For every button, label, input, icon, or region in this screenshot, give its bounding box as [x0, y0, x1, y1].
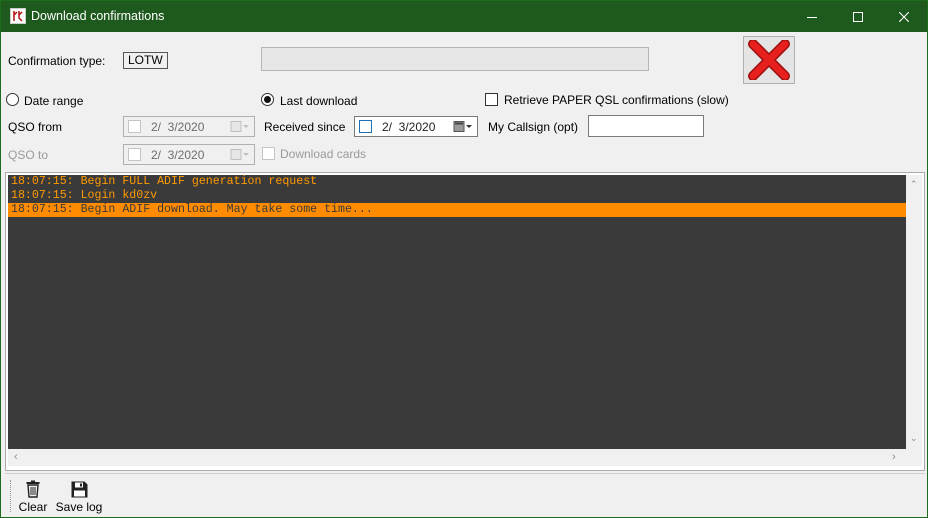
- last-download-label[interactable]: Last download: [280, 94, 357, 108]
- maximize-button[interactable]: [835, 1, 881, 32]
- log-line[interactable]: 18:07:15: Begin FULL ADIF generation req…: [8, 175, 906, 189]
- received-since-value: 2/ 3/2020: [382, 120, 436, 134]
- qso-to-label: QSO to: [8, 148, 49, 162]
- qso-to-checkbox[interactable]: [128, 148, 141, 161]
- calendar-dropdown-icon[interactable]: [453, 120, 473, 133]
- download-cards-checkbox[interactable]: [262, 147, 275, 160]
- my-callsign-label: My Callsign (opt): [488, 120, 579, 134]
- title-bar[interactable]: Download confirmations: [1, 1, 927, 32]
- received-since-label: Received since: [264, 120, 346, 134]
- confirmation-type-label: Confirmation type:: [8, 54, 106, 68]
- qso-from-label: QSO from: [8, 120, 63, 134]
- confirmation-type-value: LOTW: [123, 52, 168, 69]
- cancel-button[interactable]: [743, 36, 795, 84]
- qso-to-date-picker[interactable]: 2/ 3/2020: [123, 144, 255, 165]
- close-button[interactable]: [881, 1, 927, 32]
- download-cards-label: Download cards: [280, 147, 367, 161]
- toolbar-grip[interactable]: [10, 480, 12, 512]
- log-line[interactable]: 18:07:15: Login kd0zv: [8, 189, 906, 203]
- qso-from-value: 2/ 3/2020: [151, 120, 205, 134]
- download-confirmations-window: Download confirmations Confirmation type…: [0, 0, 928, 518]
- qso-from-checkbox[interactable]: [128, 120, 141, 133]
- red-x-icon: [748, 40, 790, 80]
- received-since-date-picker[interactable]: 2/ 3/2020: [354, 116, 478, 137]
- retrieve-paper-checkbox[interactable]: [485, 93, 498, 106]
- scroll-down-icon[interactable]: ⌄: [910, 433, 918, 443]
- clear-button[interactable]: Clear: [17, 476, 49, 516]
- floppy-disk-icon: [71, 481, 87, 498]
- horizontal-scrollbar[interactable]: ‹ ›: [8, 449, 906, 466]
- minimize-button[interactable]: [789, 1, 835, 32]
- bottom-toolbar: Clear Save log: [5, 473, 925, 517]
- my-callsign-input[interactable]: [588, 115, 704, 137]
- confirmation-status-field: [261, 47, 649, 71]
- window-title: Download confirmations: [31, 9, 165, 23]
- calendar-dropdown-icon[interactable]: [230, 148, 250, 161]
- scroll-right-icon[interactable]: ›: [892, 452, 896, 463]
- date-range-radio[interactable]: [6, 93, 19, 106]
- scroll-left-icon[interactable]: ‹: [14, 452, 18, 463]
- save-log-label: Save log: [55, 500, 103, 514]
- app-icon: [10, 8, 26, 24]
- scroll-up-icon[interactable]: ⌃: [910, 179, 918, 189]
- maximize-icon: [853, 11, 863, 22]
- qso-to-value: 2/ 3/2020: [151, 148, 205, 162]
- log-line[interactable]: 18:07:15: Begin ADIF download. May take …: [8, 203, 906, 217]
- vertical-scrollbar[interactable]: ⌃ ⌄: [906, 175, 922, 449]
- close-icon: [899, 11, 909, 22]
- qso-from-date-picker[interactable]: 2/ 3/2020: [123, 116, 255, 137]
- save-log-button[interactable]: Save log: [55, 476, 103, 516]
- calendar-dropdown-icon[interactable]: [230, 120, 250, 133]
- log-output[interactable]: 18:07:15: Begin FULL ADIF generation req…: [8, 175, 906, 449]
- retrieve-paper-label[interactable]: Retrieve PAPER QSL confirmations (slow): [504, 93, 729, 107]
- date-range-label[interactable]: Date range: [24, 94, 83, 108]
- last-download-radio[interactable]: [261, 93, 274, 106]
- received-since-checkbox[interactable]: [359, 120, 372, 133]
- minimize-icon: [807, 16, 817, 18]
- log-panel: 18:07:15: Begin FULL ADIF generation req…: [5, 172, 925, 471]
- clear-label: Clear: [18, 500, 48, 514]
- scrollbar-corner: [906, 449, 922, 466]
- trash-icon: [26, 480, 40, 498]
